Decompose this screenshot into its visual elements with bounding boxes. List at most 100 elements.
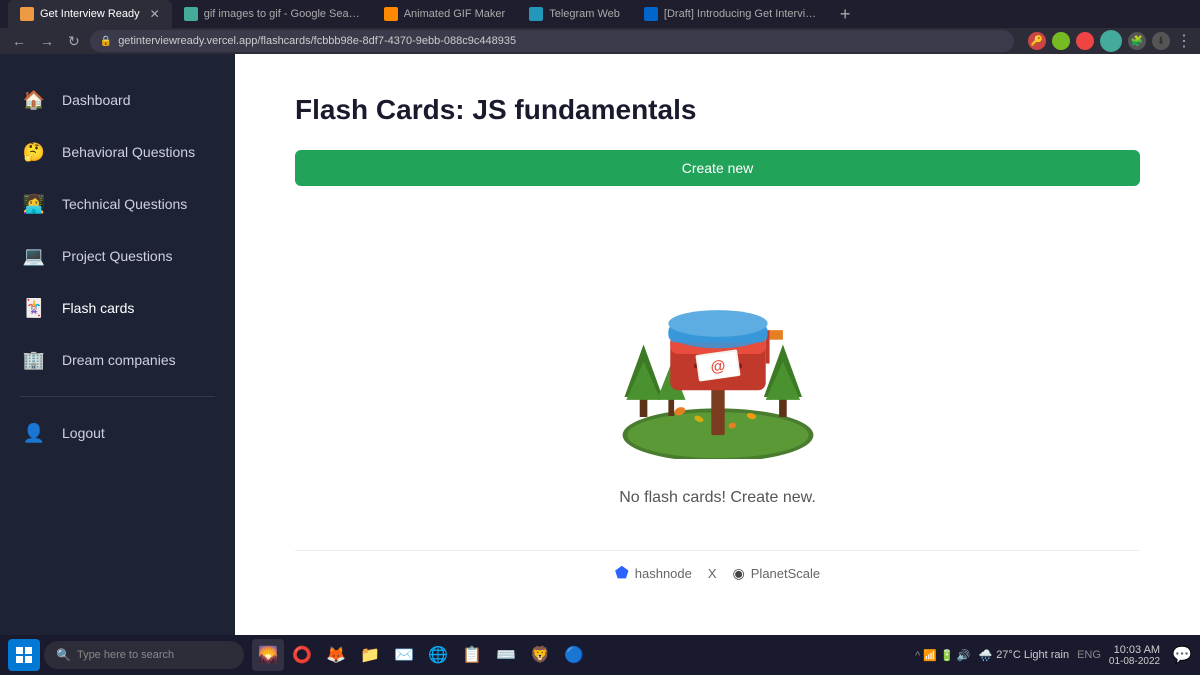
sidebar-item-flashcards[interactable]: 🃏 Flash cards: [0, 282, 235, 334]
system-tray-icons: ^ 📶 🔋 🔊: [915, 649, 970, 662]
reload-button[interactable]: ↻: [64, 31, 84, 52]
taskbar-app-mail[interactable]: ✉️: [388, 639, 420, 671]
taskbar: 🔍 Type here to search 🌄 ⭕ 🦊 📁 ✉️ 🌐 📋 ⌨️ …: [0, 635, 1200, 675]
taskbar-app-folder[interactable]: 📁: [354, 639, 386, 671]
tab-bar: Get Interview Ready ✕ gif images to gif …: [0, 0, 1200, 28]
footer-hashnode-label: hashnode: [635, 566, 692, 581]
sidebar-item-dashboard[interactable]: 🏠 Dashboard: [0, 74, 235, 126]
empty-message: No flash cards! Create new.: [619, 489, 816, 507]
tab-4-favicon: [529, 7, 543, 21]
behavioral-icon: 🤔: [20, 138, 48, 166]
taskbar-app-edge[interactable]: 🌐: [422, 639, 454, 671]
planetscale-logo: ◉: [733, 565, 745, 582]
sidebar-item-technical[interactable]: 👩‍💻 Technical Questions: [0, 178, 235, 230]
sidebar-item-logout[interactable]: 👤 Logout: [0, 407, 235, 459]
browser-chrome: Get Interview Ready ✕ gif images to gif …: [0, 0, 1200, 54]
tab-2-favicon: [184, 7, 198, 21]
tab-5[interactable]: [Draft] Introducing Get Interview Rea...: [632, 0, 832, 28]
tab-3[interactable]: Animated GIF Maker: [372, 0, 517, 28]
profile-icon[interactable]: [1100, 30, 1122, 52]
browser-icon-2[interactable]: [1052, 32, 1070, 50]
tab-1-close[interactable]: ✕: [150, 7, 160, 21]
taskbar-app-photo[interactable]: 🌄: [252, 639, 284, 671]
forward-button[interactable]: →: [36, 31, 58, 51]
create-new-button[interactable]: Create new: [295, 150, 1140, 186]
notification-icon[interactable]: 💬: [1172, 645, 1192, 665]
taskbar-app-vscode[interactable]: ⌨️: [490, 639, 522, 671]
empty-illustration: @: [578, 249, 858, 459]
tab-5-label: [Draft] Introducing Get Interview Rea...: [664, 8, 820, 20]
tab-1-favicon: [20, 7, 34, 21]
empty-state: @ No flash cards! Create new.: [295, 206, 1140, 550]
sidebar-item-project[interactable]: 💻 Project Questions: [0, 230, 235, 282]
back-button[interactable]: ←: [8, 31, 30, 51]
language-indicator: ENG: [1077, 649, 1101, 661]
footer-separator: X: [708, 566, 717, 581]
sidebar-divider: [20, 396, 215, 397]
tab-3-favicon: [384, 7, 398, 21]
menu-icon[interactable]: ⋮: [1176, 31, 1192, 51]
taskbar-app-circle[interactable]: ⭕: [286, 639, 318, 671]
browser-icon-3[interactable]: [1076, 32, 1094, 50]
windows-logo-icon: [16, 647, 32, 663]
taskbar-clock: 10:03 AM 01-08-2022: [1109, 644, 1160, 667]
sidebar-label-dream: Dream companies: [62, 352, 176, 368]
page-title: Flash Cards: JS fundamentals: [295, 94, 1140, 126]
dream-icon: 🏢: [20, 346, 48, 374]
sidebar-label-flashcards: Flash cards: [62, 300, 134, 316]
sidebar-item-dream[interactable]: 🏢 Dream companies: [0, 334, 235, 386]
flashcards-icon: 🃏: [20, 294, 48, 322]
search-icon: 🔍: [56, 648, 71, 662]
tab-2[interactable]: gif images to gif - Google Search: [172, 0, 372, 28]
taskbar-apps: 🌄 ⭕ 🦊 📁 ✉️ 🌐 📋 ⌨️ 🦁 🔵: [252, 639, 590, 671]
footer-planetscale: ◉ PlanetScale: [733, 565, 821, 582]
main-content: Flash Cards: JS fundamentals Create new: [235, 54, 1200, 635]
taskbar-app-chrome[interactable]: 🔵: [558, 639, 590, 671]
taskbar-app-brave[interactable]: 🦁: [524, 639, 556, 671]
app-layout: 🏠 Dashboard 🤔 Behavioral Questions 👩‍💻 T…: [0, 54, 1200, 635]
sidebar-label-dashboard: Dashboard: [62, 92, 131, 108]
project-icon: 💻: [20, 242, 48, 270]
taskbar-time-display: 10:03 AM: [1109, 644, 1160, 656]
footer-hashnode: ⬟ hashnode: [615, 563, 692, 583]
taskbar-app-firefox[interactable]: 🦊: [320, 639, 352, 671]
svg-text:@: @: [709, 357, 726, 376]
tab-1-label: Get Interview Ready: [40, 8, 140, 20]
sidebar: 🏠 Dashboard 🤔 Behavioral Questions 👩‍💻 T…: [0, 54, 235, 635]
taskbar-date-display: 01-08-2022: [1109, 656, 1160, 667]
taskbar-search-box[interactable]: 🔍 Type here to search: [44, 641, 244, 669]
new-tab-button[interactable]: +: [832, 0, 859, 28]
logout-icon: 👤: [20, 419, 48, 447]
lock-icon: 🔒: [100, 36, 112, 47]
sidebar-item-behavioral[interactable]: 🤔 Behavioral Questions: [0, 126, 235, 178]
technical-icon: 👩‍💻: [20, 190, 48, 218]
tab-4-label: Telegram Web: [549, 8, 620, 20]
extensions-icon[interactable]: 🧩: [1128, 32, 1146, 50]
sidebar-label-project: Project Questions: [62, 248, 173, 264]
dashboard-icon: 🏠: [20, 86, 48, 114]
taskbar-weather: 🌧️ 27°C Light rain: [978, 649, 1069, 662]
taskbar-app-office[interactable]: 📋: [456, 639, 488, 671]
footer: ⬟ hashnode X ◉ PlanetScale: [295, 550, 1140, 595]
address-input[interactable]: 🔒 getinterviewready.vercel.app/flashcard…: [90, 30, 1014, 52]
mailbox-svg: @: [578, 249, 858, 459]
download-icon[interactable]: ⬇: [1152, 32, 1170, 50]
address-url-text: getinterviewready.vercel.app/flashcards/…: [118, 35, 516, 47]
tab-1[interactable]: Get Interview Ready ✕: [8, 0, 172, 28]
weather-text: 27°C Light rain: [996, 649, 1069, 661]
tab-3-label: Animated GIF Maker: [404, 8, 505, 20]
sidebar-label-logout: Logout: [62, 425, 105, 441]
hashnode-logo: ⬟: [615, 563, 629, 583]
tab-4[interactable]: Telegram Web: [517, 0, 632, 28]
footer-planetscale-label: PlanetScale: [751, 566, 820, 581]
sidebar-label-technical: Technical Questions: [62, 196, 187, 212]
browser-toolbar-icons: 🔑 🧩 ⬇ ⋮: [1028, 30, 1192, 52]
tab-2-label: gif images to gif - Google Search: [204, 8, 360, 20]
sidebar-label-behavioral: Behavioral Questions: [62, 144, 195, 160]
browser-icon-1[interactable]: 🔑: [1028, 32, 1046, 50]
address-bar: ← → ↻ 🔒 getinterviewready.vercel.app/fla…: [0, 28, 1200, 54]
taskbar-search-text: Type here to search: [77, 649, 174, 661]
weather-icon: 🌧️: [978, 649, 992, 662]
taskbar-system-tray: ^ 📶 🔋 🔊 🌧️ 27°C Light rain ENG 10:03 AM …: [915, 644, 1192, 667]
start-button[interactable]: [8, 639, 40, 671]
